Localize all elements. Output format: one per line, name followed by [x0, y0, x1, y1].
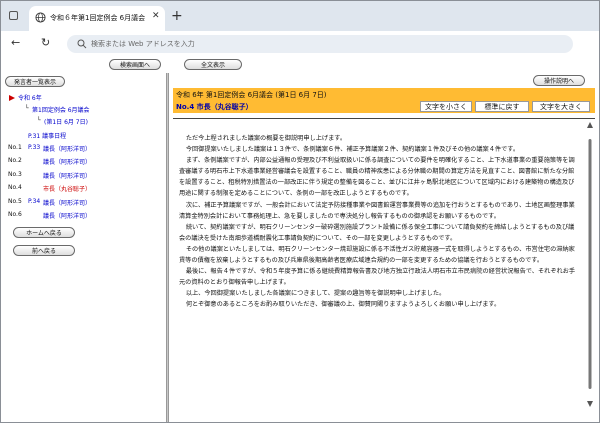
back-arrow-icon[interactable]: ← [11, 36, 20, 49]
tree-year[interactable]: 令和 6年 [18, 93, 42, 102]
speaker-item-3[interactable]: 議長（阿形洋司） [43, 171, 91, 180]
paragraph: その他の議案といたしましては、明石クリーンセンター焼却施設に係る不活性ガス貯蔵容… [179, 245, 575, 265]
text-smaller-button[interactable]: 文字を小さく [420, 101, 472, 112]
scroll-thumb [588, 139, 592, 389]
expand-arrow-icon[interactable] [9, 95, 15, 101]
search-icon [77, 39, 87, 49]
show-all-button[interactable]: 全文表示 [184, 59, 242, 70]
speaker-number: No.4 [8, 184, 22, 191]
speaker-page[interactable]: P.33 [28, 144, 40, 151]
browser-window: 令和６年第1回定例会 6月議会（第 ✕ + ← ↻ 検索または Web アドレス… [0, 0, 600, 423]
browser-tab[interactable]: 令和６年第1回定例会 6月議会（第 ✕ [29, 6, 165, 31]
tree-branch-icon: └ [25, 105, 29, 112]
paragraph: 以上、今回御提案いたしました各議案につきまして、提案の趣旨等を御説明申し上げまし… [185, 290, 446, 298]
paragraph: 最後に、報告４件ですが、令和５年度予算に係る継続費精算報告書及び地方独立行政法人… [179, 268, 576, 287]
text-larger-button[interactable]: 文字を大きく [532, 101, 590, 112]
divider-line [173, 118, 595, 119]
speaker-item-6[interactable]: 議長（阿形洋司） [43, 211, 91, 220]
refresh-icon[interactable]: ↻ [41, 36, 50, 49]
close-tab-icon[interactable]: ✕ [152, 11, 160, 21]
vertical-scrollbar[interactable] [586, 119, 594, 422]
back-button[interactable]: 前へ戻る [13, 245, 75, 256]
help-button[interactable]: 操作説明へ [533, 75, 585, 86]
address-bar[interactable]: 検索または Web アドレスを入力 [67, 35, 573, 53]
speaker-item-2[interactable]: 議長（阿形洋司） [43, 157, 91, 166]
paragraph: 続いて、契約議案ですが、明石クリーンセンター破砕選別施設プラント設備に係る保全工… [179, 223, 575, 242]
paragraph: 今回御提案いたしました議案は１３件で、条例議案６件、補正予算議案２件、契約議案１… [185, 146, 520, 154]
tab-title: 令和６年第1回定例会 6月議会（第 [50, 14, 150, 22]
speaker-item-4-selected[interactable]: 市長（丸谷聡子） [43, 184, 91, 193]
speaker-number: No.6 [8, 211, 22, 218]
speaker-number: No.1 [8, 144, 22, 151]
pane-divider[interactable] [166, 73, 169, 422]
speaker-number: No.3 [8, 171, 22, 178]
paragraph: 何とぞ御意のあるところをお酌み取りいただき、御審議の上、御賛同賜りますようよろし… [185, 301, 501, 309]
session-title-bar: 令和 6年 第1回定例会 6月議会 (第1日 6月 7日) [173, 88, 595, 100]
schedule-link[interactable]: P.31 議事日程 [28, 131, 66, 140]
address-placeholder: 検索または Web アドレスを入力 [91, 40, 195, 48]
tree-session[interactable]: 第1回定例会 6月議会 [32, 105, 90, 114]
speaker-list-button[interactable]: 発言者一覧表示 [5, 76, 65, 87]
home-button[interactable]: ホームへ戻る [13, 227, 75, 238]
speaker-item-1[interactable]: 議長（阿形洋司） [43, 144, 91, 153]
speech-text: ただ今上程されました議案の概要を御説明申し上げます。 今回御提案いたしました議案… [179, 133, 579, 311]
search-screen-button[interactable]: 検索画面へ [109, 59, 161, 70]
speaker-item-5[interactable]: 議長（阿形洋司） [43, 198, 91, 207]
tree-branch-icon: └ [37, 117, 41, 124]
tab-bar: 令和６年第1回定例会 6月議会（第 ✕ + [1, 1, 599, 31]
globe-icon [35, 12, 46, 23]
speaker-number: No.2 [8, 157, 22, 164]
scroll-up-icon [587, 122, 593, 128]
paragraph: ただ今上程されました議案の概要を御説明申し上げます。 [185, 135, 347, 142]
tree-day[interactable]: (第1日 6月 7日) [44, 117, 88, 126]
paragraph: 次に、補正予算議案ですが、一般会計において法定予防接種事業や図書館運営事業費等の… [179, 201, 575, 220]
speaker-label: No.4 市長（丸谷聡子） [176, 103, 253, 111]
speaker-page[interactable]: P.34 [28, 198, 40, 205]
paragraph: まず、条例議案ですが、内部公益通報の受理及び不利益取扱いに係る調査についての要件… [179, 157, 575, 198]
new-tab-icon[interactable]: + [171, 8, 183, 24]
speaker-number: No.5 [8, 198, 22, 205]
scroll-down-icon [587, 401, 593, 407]
navigation-bar: ← ↻ 検索または Web アドレスを入力 [1, 31, 599, 57]
text-reset-button[interactable]: 標準に戻す [475, 101, 529, 112]
session-title: 令和 6年 第1回定例会 6月議会 (第1日 6月 7日) [176, 91, 327, 99]
